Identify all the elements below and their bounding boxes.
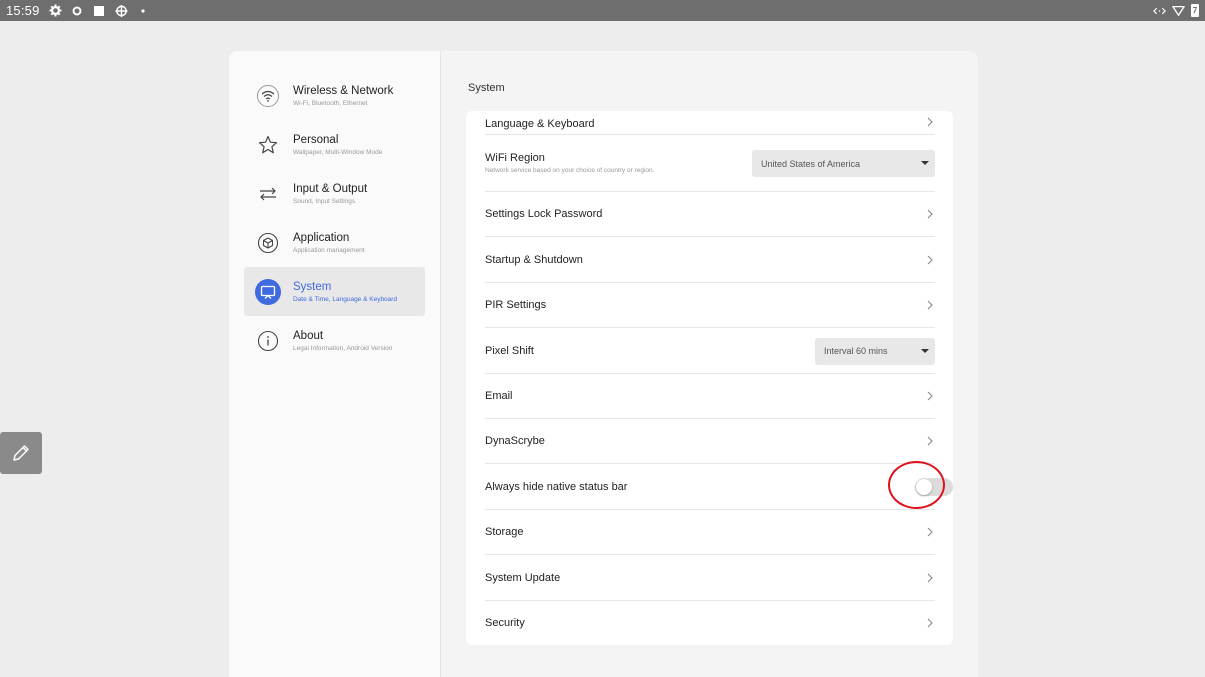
row-label: PIR Settings — [485, 299, 547, 311]
sidebar-item-subtitle: Date & Time, Language & Keyboard — [293, 295, 398, 303]
sidebar-item-system[interactable]: System Date & Time, Language & Keyboard — [244, 267, 425, 316]
sidebar-item-title: System — [293, 280, 332, 293]
star-icon — [255, 132, 281, 158]
chevron-right-icon — [925, 208, 935, 220]
chevron-right-icon — [925, 116, 935, 128]
dropdown-value: Interval 60 mins — [824, 346, 888, 356]
sidebar-item-subtitle: Application management — [293, 246, 365, 254]
row-label: WiFi Region — [485, 152, 545, 164]
row-subtitle: Network service based on your choice of … — [485, 167, 655, 174]
row-label: Security — [485, 617, 525, 629]
sidebar-item-subtitle: Legal Information, Android Version — [293, 344, 393, 352]
row-label: Storage — [485, 526, 524, 538]
chevron-right-icon — [925, 572, 935, 584]
dropdown-value: United States of America — [761, 158, 861, 169]
row-system-update[interactable]: System Update — [485, 555, 935, 601]
record-dot-icon — [71, 4, 84, 17]
row-pixel-shift[interactable]: Pixel Shift Interval 60 mins — [485, 328, 935, 374]
cube-icon — [255, 230, 281, 256]
ethernet-arrows-icon — [1153, 4, 1166, 17]
row-security[interactable]: Security — [485, 601, 935, 645]
sidebar-item-title: About — [293, 329, 324, 342]
wifi-signal-icon — [1172, 4, 1185, 17]
row-label: Language & Keyboard — [485, 117, 595, 130]
row-startup-shutdown[interactable]: Startup & Shutdown — [485, 237, 935, 283]
row-settings-lock-password[interactable]: Settings Lock Password — [485, 192, 935, 237]
sidebar-item-application[interactable]: Application Application management — [244, 218, 425, 267]
row-storage[interactable]: Storage — [485, 510, 935, 555]
sidebar-item-wireless-network[interactable]: Wireless & Network Wi-Fi, Bluetooth, Eth… — [244, 71, 425, 120]
sidebar-item-title: Application — [293, 231, 350, 244]
pencil-icon — [13, 445, 29, 461]
row-language-keyboard[interactable]: Language & Keyboard — [485, 111, 935, 135]
row-dynascrybe[interactable]: DynaScrybe — [485, 419, 935, 464]
chevron-right-icon — [925, 254, 935, 266]
page-title: System — [468, 82, 505, 94]
row-label: Always hide native status bar — [485, 480, 628, 493]
swap-arrows-icon — [255, 181, 281, 207]
sidebar: Wireless & Network Wi-Fi, Bluetooth, Eth… — [229, 51, 441, 677]
chevron-right-icon — [925, 299, 935, 311]
row-label: Settings Lock Password — [485, 208, 603, 220]
wifi-icon — [255, 83, 281, 109]
sidebar-item-personal[interactable]: Personal Wallpaper, Multi-Window Mode — [244, 120, 425, 169]
row-always-hide-status-bar[interactable]: Always hide native status bar — [485, 464, 953, 510]
hide-status-bar-toggle[interactable] — [915, 477, 953, 496]
settings-window: Wireless & Network Wi-Fi, Bluetooth, Eth… — [229, 51, 978, 677]
chevron-right-icon — [925, 617, 935, 629]
chevron-right-icon — [925, 390, 935, 402]
info-icon — [255, 328, 281, 354]
sidebar-item-input-output[interactable]: Input & Output Sound, Input Settings — [244, 169, 425, 218]
notification-dot-icon — [137, 4, 150, 17]
caret-down-icon — [921, 348, 929, 353]
row-wifi-region[interactable]: WiFi Region Network service based on you… — [485, 135, 935, 192]
sidebar-item-title: Personal — [293, 133, 339, 146]
sidebar-item-subtitle: Sound, Input Settings — [293, 197, 356, 205]
status-time: 15:59 — [6, 3, 40, 18]
crosshair-icon — [115, 4, 128, 17]
chevron-right-icon — [925, 435, 935, 447]
row-label: Pixel Shift — [485, 344, 534, 357]
square-icon — [93, 4, 106, 17]
monitor-icon — [255, 278, 281, 305]
row-pir-settings[interactable]: PIR Settings — [485, 283, 935, 328]
content-pane: System Language & Keyboard WiFi Region N… — [441, 51, 978, 677]
row-label: Email — [485, 390, 513, 402]
wifi-region-dropdown[interactable]: United States of America — [752, 150, 935, 177]
sidebar-item-about[interactable]: About Legal Information, Android Version — [244, 316, 425, 365]
sidebar-item-subtitle: Wi-Fi, Bluetooth, Ethernet — [293, 99, 368, 107]
sidebar-item-title: Wireless & Network — [293, 84, 394, 97]
sidebar-item-subtitle: Wallpaper, Multi-Window Mode — [293, 148, 383, 156]
row-label: DynaScrybe — [485, 435, 545, 447]
status-bar: 15:59 7 — [0, 0, 1205, 21]
sidebar-item-title: Input & Output — [293, 182, 368, 195]
row-label: Startup & Shutdown — [485, 253, 583, 266]
caret-down-icon — [921, 161, 929, 165]
settings-gear-icon — [49, 4, 62, 17]
battery-icon: 7 — [1191, 4, 1199, 17]
floating-edit-button[interactable] — [0, 432, 42, 474]
pixel-shift-dropdown[interactable]: Interval 60 mins — [815, 337, 935, 365]
toggle-knob — [916, 478, 932, 495]
chevron-right-icon — [925, 526, 935, 538]
row-email[interactable]: Email — [485, 374, 935, 419]
row-label: System Update — [485, 571, 561, 584]
settings-list: Language & Keyboard WiFi Region Network … — [466, 111, 953, 645]
